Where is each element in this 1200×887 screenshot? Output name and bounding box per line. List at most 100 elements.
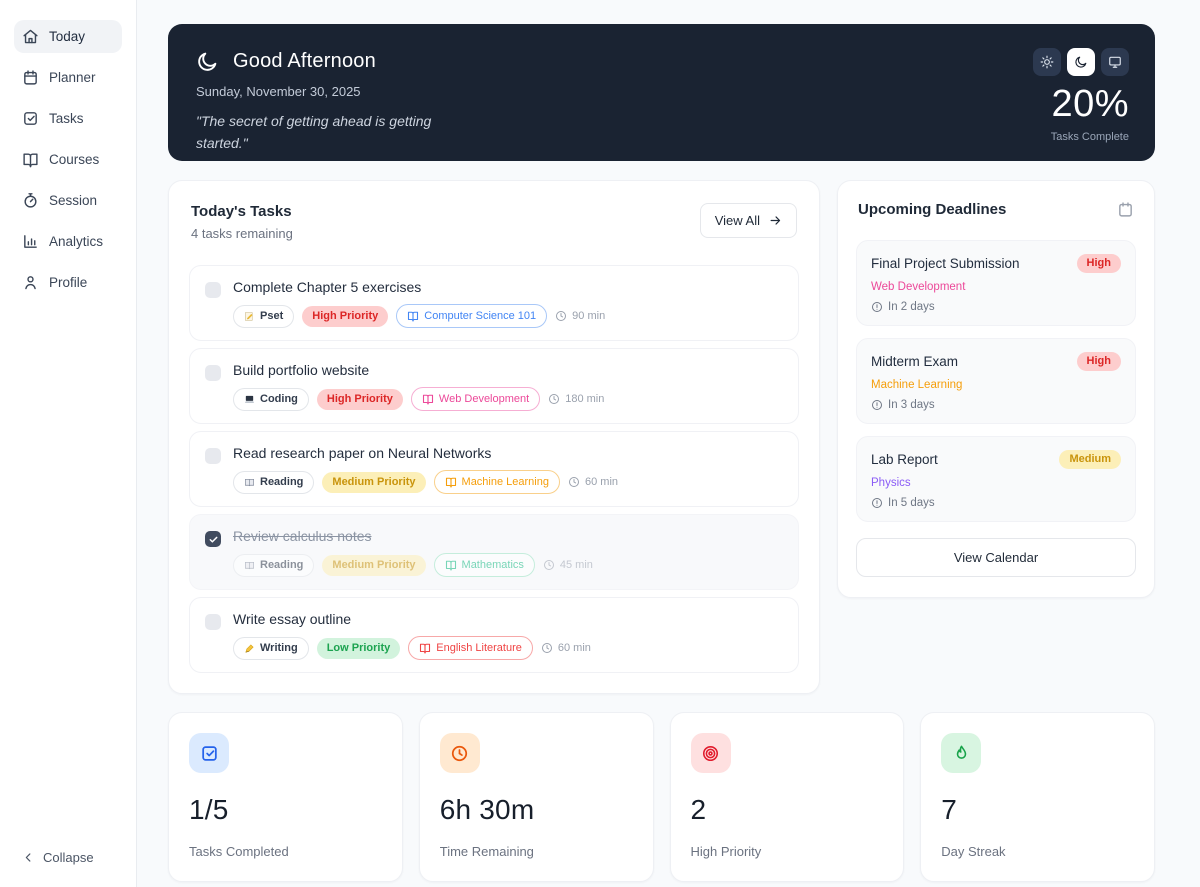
task-checkbox[interactable] [205,448,221,464]
course-tag: Mathematics [433,553,535,577]
check-square-icon [22,110,39,127]
sidebar-item-label: Profile [49,275,88,290]
tasks-remaining-count: 4 tasks remaining [191,226,293,241]
sun-icon [1040,55,1054,69]
stat-label: High Priority [690,844,762,859]
deadline-course: Machine Learning [871,379,963,391]
task-row[interactable]: Complete Chapter 5 exercises Pset High P… [189,265,799,341]
book-icon [445,476,457,488]
task-title: Complete Chapter 5 exercises [233,279,422,295]
clock-icon [543,559,555,571]
book-icon [244,560,255,571]
theme-dark-button[interactable] [1067,48,1095,76]
priority-tag: High Priority [302,305,389,327]
task-row[interactable]: Read research paper on Neural Networks R… [189,431,799,507]
chevron-left-icon [22,851,35,864]
sidebar-item-label: Courses [49,152,100,167]
priority-tag: Low Priority [316,637,401,659]
priority-tag: Medium Priority [322,554,426,576]
task-title: Write essay outline [233,611,352,627]
course-tag: Web Development [410,387,541,411]
course-tag: Machine Learning [433,470,560,494]
deadline-item[interactable]: Lab Report Medium Physics In 5 days [856,436,1136,522]
tasks-section-title: Today's Tasks [191,203,292,220]
sidebar-item-today[interactable]: Today [14,20,122,53]
pen-icon [244,643,255,654]
deadline-course: Physics [871,477,911,489]
task-row[interactable]: Build portfolio website Coding High Prio… [189,348,799,424]
sidebar-item-planner[interactable]: Planner [14,61,122,94]
task-checkbox[interactable] [205,614,221,630]
task-row[interactable]: Review calculus notes Reading Medium Pri… [189,514,799,590]
sidebar-item-courses[interactable]: Courses [14,143,122,176]
book-icon [422,393,434,405]
course-tag: English Literature [408,636,533,660]
progress-label: Tasks Complete [1050,131,1129,143]
moon-icon [196,50,219,73]
user-icon [22,274,39,291]
deadline-item[interactable]: Midterm Exam High Machine Learning In 3 … [856,338,1136,424]
monitor-icon [1108,55,1122,69]
stat-value: 7 [941,794,958,825]
stat-value: 6h 30m [439,794,535,825]
view-all-button[interactable]: View All [699,203,797,238]
priority-tag: Medium Priority [322,471,426,493]
laptop-icon [244,394,255,405]
priority-badge: High [1076,254,1121,273]
duration-tag: 60 min [541,642,591,654]
clock-icon [568,476,580,488]
stat-card-tasks-completed: 1/5 Tasks Completed [168,712,403,882]
alert-circle-icon [871,497,883,509]
home-icon [22,28,39,45]
stat-card-day-streak: 7 Day Streak [920,712,1155,882]
task-type-tag: Reading [233,553,315,577]
task-title: Build portfolio website [233,362,370,378]
task-checkbox[interactable] [205,365,221,381]
task-checkbox[interactable] [205,531,221,547]
sidebar-item-profile[interactable]: Profile [14,266,122,299]
task-checkbox[interactable] [205,282,221,298]
sidebar-item-tasks[interactable]: Tasks [14,102,122,135]
greeting-card: Good Afternoon Sunday, November 30, 2025… [168,24,1155,161]
stat-label: Tasks Completed [189,844,289,859]
check-icon [208,534,219,545]
sidebar-item-label: Analytics [49,234,104,249]
sidebar: Today Planner Tasks Courses Session Anal… [0,0,137,887]
greeting-text: Good Afternoon [233,50,376,72]
theme-light-button[interactable] [1033,48,1061,76]
book-icon [407,310,419,322]
stat-value: 2 [690,794,707,825]
duration-tag: 45 min [543,559,593,571]
priority-tag: High Priority [316,388,403,410]
collapse-sidebar-button[interactable]: Collapse [22,850,94,865]
priority-badge: High [1076,352,1121,371]
deadline-due: In 3 days [871,399,1121,411]
book-icon [419,642,431,654]
course-tag: Computer Science 101 [396,304,548,328]
current-date: Sunday, November 30, 2025 [196,84,361,99]
sidebar-item-session[interactable]: Session [14,184,122,217]
sidebar-item-label: Planner [49,70,96,85]
deadline-list: Final Project Submission High Web Develo… [856,240,1136,522]
deadline-due: In 5 days [871,497,1121,509]
main-content: Good Afternoon Sunday, November 30, 2025… [137,0,1200,887]
stat-card-time-remaining: 6h 30m Time Remaining [418,712,654,882]
upcoming-deadlines-card: Upcoming Deadlines Final Project Submiss… [837,180,1155,598]
book-icon [244,477,255,488]
sidebar-item-analytics[interactable]: Analytics [14,225,122,258]
check-square-icon [189,733,229,773]
task-title: Review calculus notes [233,528,372,544]
collapse-label: Collapse [43,850,94,865]
view-calendar-button[interactable]: View Calendar [856,538,1136,577]
deadline-item[interactable]: Final Project Submission High Web Develo… [856,240,1136,326]
task-title: Read research paper on Neural Networks [233,445,492,461]
progress-percent: 20% [1051,83,1129,125]
bar-chart-icon [22,233,39,250]
deadline-course: Web Development [871,281,966,293]
stat-label: Day Streak [941,844,1006,859]
theme-system-button[interactable] [1101,48,1129,76]
timer-icon [22,192,39,209]
motivational-quote: "The secret of getting ahead is getting … [196,113,432,151]
clock-icon [439,733,480,773]
task-row[interactable]: Write essay outline Writing Low Priority… [189,597,799,673]
